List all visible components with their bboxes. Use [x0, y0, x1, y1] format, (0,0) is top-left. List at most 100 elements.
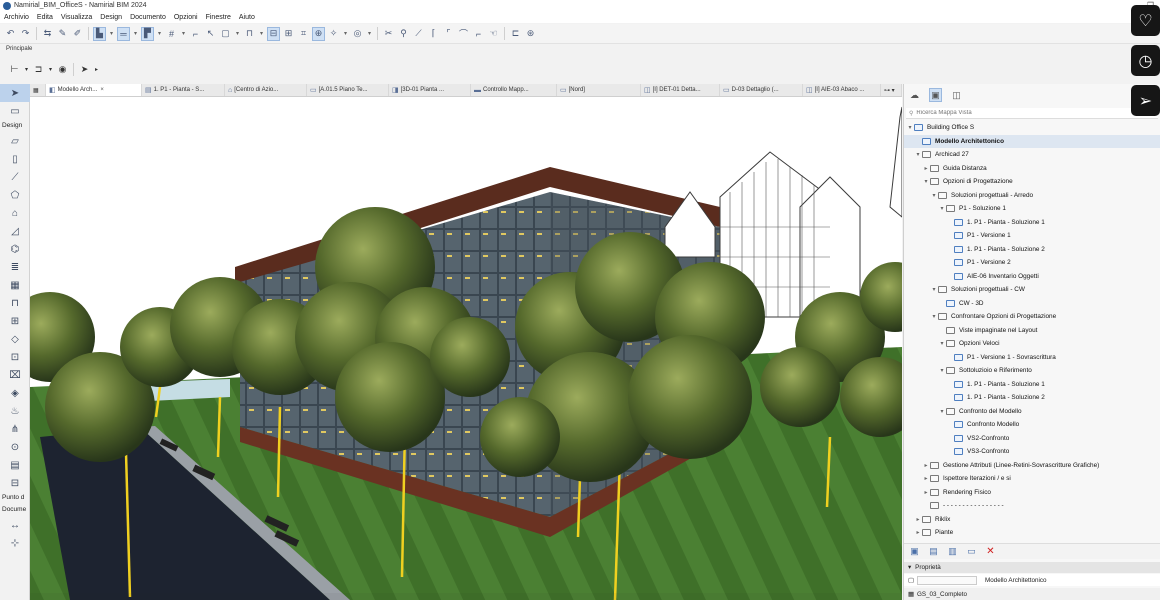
chevron-down-icon[interactable]: ▾	[906, 124, 914, 131]
floor-icon[interactable]: ⊢	[8, 62, 21, 76]
clock-icon[interactable]: ◷	[1131, 45, 1160, 76]
chevron-down-icon[interactable]: ▾	[366, 27, 373, 41]
chevron-down-icon[interactable]: ▾	[938, 408, 946, 415]
tree-item[interactable]: ▾ P1 - Soluzione 1	[904, 202, 1160, 216]
tree-item[interactable]: 1. P1 - Pianta - Soluzione 2	[904, 391, 1160, 405]
tree-item[interactable]: P1 - Versione 2	[904, 256, 1160, 270]
tree-item[interactable]: ▾ Archicad 27	[904, 148, 1160, 162]
tree-item[interactable]: 1. P1 - Pianta - Soluzione 1	[904, 378, 1160, 392]
intersect-icon[interactable]: ⌗	[297, 27, 310, 41]
wall-tool-icon[interactable]: ▱	[0, 132, 30, 150]
close-icon[interactable]: ×	[100, 87, 104, 93]
chevron-down-icon[interactable]: ▾	[922, 178, 930, 185]
trace-icon[interactable]: ▢	[219, 27, 232, 41]
opening-tool-icon[interactable]: ⊙	[0, 438, 30, 456]
zone-tool-icon[interactable]: ⌧	[0, 366, 30, 384]
search-field[interactable]: ⚲	[906, 108, 1158, 119]
tree-item[interactable]: P1 - Versione 1	[904, 229, 1160, 243]
tree-item[interactable]: - - - - - - - - - - - - - - - -	[904, 499, 1160, 513]
new-folder-icon[interactable]: ▥	[946, 545, 959, 559]
chevron-down-icon[interactable]: ▾	[930, 286, 938, 293]
heart-icon[interactable]: ♡	[1131, 5, 1160, 36]
chevron-down-icon[interactable]: ▾	[234, 27, 241, 41]
arrow-tool-icon[interactable]: ➤	[78, 62, 91, 76]
chevron-right-icon[interactable]: ▸	[922, 165, 930, 172]
tree-item[interactable]: ▾ Soluzioni progettuali - CW	[904, 283, 1160, 297]
chevron-right-icon[interactable]: ▸	[922, 462, 930, 469]
tree-item[interactable]: ▾ Building Office S	[904, 121, 1160, 135]
pen-set-icon[interactable]: ═	[117, 26, 130, 41]
hand-icon[interactable]: ☜	[487, 27, 500, 41]
column-tool-icon[interactable]: ▯	[0, 150, 30, 168]
roof-tool-icon[interactable]: ⌂	[0, 204, 30, 222]
level-tool-icon[interactable]: ⊹	[0, 534, 30, 552]
clone-folder-icon[interactable]: ▤	[927, 545, 940, 559]
tab-aie-03[interactable]: ◫ [I] AIE-03 Abaco ...	[803, 84, 881, 96]
tree-item[interactable]: P1 - Versione 1 - Sovrascrittura	[904, 351, 1160, 365]
curtain-wall-tool-icon[interactable]: ▦	[0, 276, 30, 294]
tab-d-03[interactable]: ▭ D-03 Dettaglio (...	[720, 84, 803, 96]
pick-up-icon[interactable]: ⇆	[41, 27, 54, 41]
grid-icon[interactable]: #	[165, 27, 178, 41]
tree-item[interactable]: Viste impaginate nel Layout	[904, 324, 1160, 338]
inject-icon[interactable]: ✐	[71, 27, 84, 41]
chevron-down-icon[interactable]: ▾	[938, 340, 946, 347]
morph-tool-icon[interactable]: ⌬	[0, 240, 30, 258]
send-icon[interactable]: ➢	[1131, 85, 1160, 116]
tab-controllo-mappa[interactable]: ▬ Controllo Mapp...	[471, 84, 557, 96]
tree-item[interactable]: VS3-Confronto	[904, 445, 1160, 459]
align-icon[interactable]: ⊕	[312, 26, 325, 41]
tab-overview-icon[interactable]: ▦	[30, 84, 46, 96]
undo-icon[interactable]: ↶	[4, 27, 17, 41]
layout-book-icon[interactable]: ◫	[950, 88, 963, 102]
tree-item[interactable]: CW - 3D	[904, 297, 1160, 311]
teamwork-icon[interactable]: ⊛	[524, 27, 537, 41]
tree-item[interactable]: 1. P1 - Pianta - Soluzione 2	[904, 243, 1160, 257]
door-tool-icon[interactable]: ⊓	[0, 294, 30, 312]
chevron-down-icon[interactable]: ▾	[930, 192, 938, 199]
chevron-down-icon[interactable]: ▾	[914, 151, 922, 158]
save-view-icon[interactable]: ▣	[908, 545, 921, 559]
chevron-down-icon[interactable]: ▾	[180, 27, 187, 41]
tree-item[interactable]: ▾ Confrontare Opzioni di Progettazione	[904, 310, 1160, 324]
tree-item[interactable]: ▾ Opzioni Veloci	[904, 337, 1160, 351]
menu-finestre[interactable]: Finestre	[206, 14, 231, 21]
menu-documento[interactable]: Documento	[130, 14, 166, 21]
tree-item[interactable]: ▸ Ispettore Iterazioni / e si	[904, 472, 1160, 486]
tree-item[interactable]: ▸ Riklix	[904, 513, 1160, 527]
menu-aiuto[interactable]: Aiuto	[239, 14, 255, 21]
tree-item[interactable]: 1. P1 - Pianta - Soluzione 1	[904, 216, 1160, 230]
mesh-tool-icon[interactable]: ◈	[0, 384, 30, 402]
beam-tool-icon[interactable]: ⟋	[0, 168, 30, 186]
chevron-down-icon[interactable]: ▾	[938, 367, 946, 374]
menu-archivio[interactable]: Archivio	[4, 14, 29, 21]
railing-tool-icon[interactable]: ⋔	[0, 420, 30, 438]
lamp-tool-icon[interactable]: ♨	[0, 402, 30, 420]
chevron-down-icon[interactable]: ▾	[156, 27, 163, 41]
redo-icon[interactable]: ↷	[19, 27, 32, 41]
menu-design[interactable]: Design	[100, 14, 122, 21]
chevron-down-icon[interactable]: ▾	[108, 27, 115, 41]
settings-icon[interactable]: ▭	[965, 545, 978, 559]
chevron-right-icon[interactable]: ▸	[914, 516, 922, 523]
tree-item[interactable]: ▸ Guida Distanza	[904, 162, 1160, 176]
tree-item[interactable]: ▾ Soluzioni progettuali - Arredo	[904, 189, 1160, 203]
marquee-tool-icon[interactable]: ▭	[0, 102, 30, 120]
project-map-icon[interactable]: ☁	[908, 88, 921, 102]
tree-item[interactable]: AIE-06 Inventario Oggetti	[904, 270, 1160, 284]
view-map-icon[interactable]: ▣	[929, 88, 942, 102]
frame-tool-icon[interactable]: ⊟	[0, 474, 30, 492]
lock-icon[interactable]: ⊓	[243, 27, 256, 41]
dimension-tool-icon[interactable]: ↔	[0, 516, 30, 534]
layer-combination[interactable]: GS_03_Completo	[917, 591, 967, 598]
menu-opzioni[interactable]: Opzioni	[174, 14, 198, 21]
chevron-down-icon[interactable]: ▾	[132, 27, 139, 41]
tree-item[interactable]: ▾ Opzioni di Progettazione	[904, 175, 1160, 189]
slab-tool-icon[interactable]: ⬠	[0, 186, 30, 204]
skylight-tool-icon[interactable]: ◇	[0, 330, 30, 348]
guide-line-icon[interactable]: ⌐	[189, 27, 202, 41]
tree-item[interactable]: ▸ Piante	[904, 526, 1160, 540]
scissors-icon[interactable]: ✂	[382, 27, 395, 41]
delete-icon[interactable]: ✕	[984, 545, 997, 559]
magic-wand-icon[interactable]: ✧	[327, 27, 340, 41]
